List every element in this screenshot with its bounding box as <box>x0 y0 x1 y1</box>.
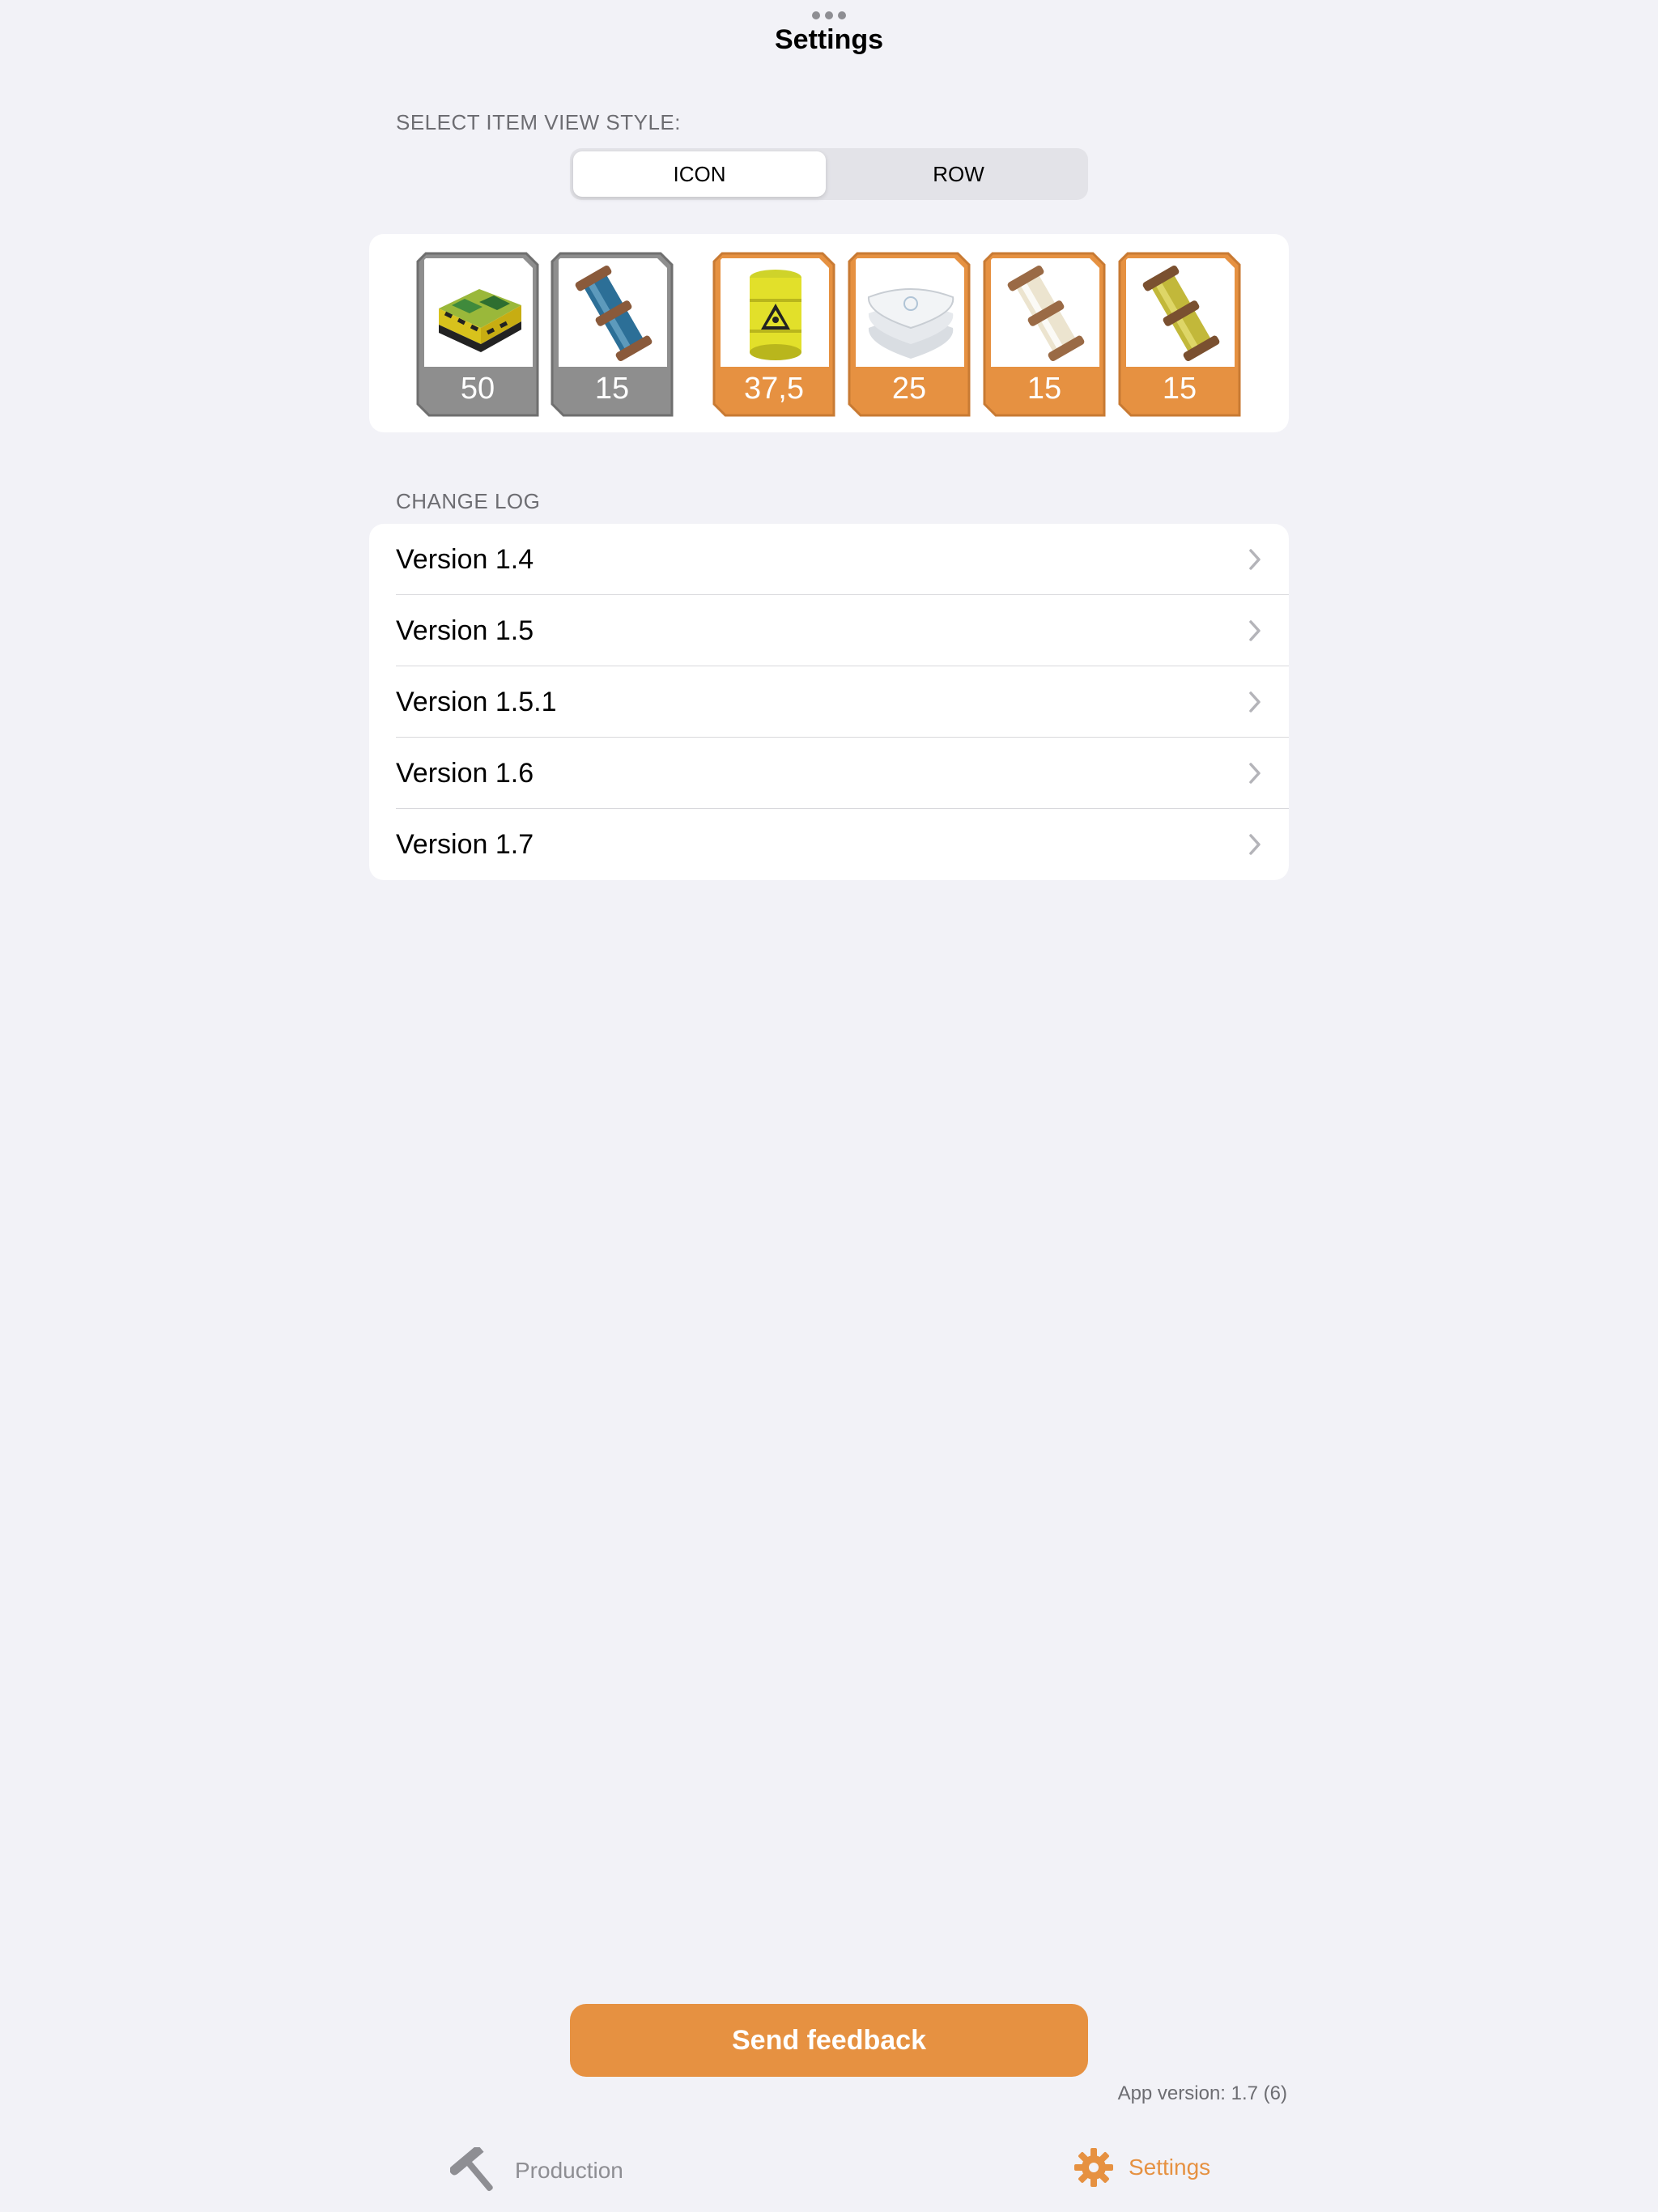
changelog-row-label: Version 1.5.1 <box>396 687 557 717</box>
chevron-right-icon <box>1249 834 1261 855</box>
changelog-row-label: Version 1.7 <box>396 829 534 860</box>
segment-icon[interactable]: ICON <box>573 151 826 197</box>
changelog-row-1-5[interactable]: Version 1.5 <box>369 595 1289 666</box>
item-value: 15 <box>594 372 630 406</box>
chevron-right-icon <box>1249 620 1261 641</box>
item-tile: 37,5 <box>712 252 835 417</box>
item-value: 37,5 <box>744 372 804 406</box>
segment-row[interactable]: ROW <box>832 151 1085 197</box>
item-value: 25 <box>891 372 927 406</box>
white-capsule-icon <box>1007 265 1085 362</box>
item-value: 15 <box>1162 372 1197 406</box>
chevron-right-icon <box>1249 691 1261 713</box>
circuit-crate-icon <box>439 289 521 352</box>
changelog-label: CHANGE LOG <box>396 489 541 513</box>
changelog-row-1-7[interactable]: Version 1.7 <box>369 809 1289 880</box>
send-feedback-button[interactable]: Send feedback <box>570 2004 1088 2077</box>
hammer-icon <box>450 2147 493 2192</box>
gear-icon <box>1074 2148 1113 2187</box>
changelog-list: Version 1.4 Version 1.5 Version 1.5.1 Ve… <box>369 524 1289 880</box>
changelog-row-1-5-1[interactable]: Version 1.5.1 <box>369 666 1289 738</box>
blue-capsule-icon <box>575 265 653 362</box>
view-style-segmented-control[interactable]: ICON ROW <box>570 148 1088 200</box>
item-tile: 25 <box>848 252 971 417</box>
item-tile: 15 <box>983 252 1106 417</box>
tab-settings[interactable]: Settings <box>1073 2147 1210 2188</box>
tab-production[interactable]: Production <box>450 2147 623 2194</box>
item-value: 50 <box>460 372 495 406</box>
chevron-right-icon <box>1249 763 1261 784</box>
white-bags-icon <box>867 288 954 359</box>
item-preview-card: 50 15 37,5 25 15 15 <box>369 234 1289 432</box>
tab-label: Settings <box>1129 2155 1211 2180</box>
page-title: Settings <box>774 24 884 55</box>
changelog-row-label: Version 1.4 <box>396 544 534 575</box>
radioactive-barrel-icon <box>750 270 801 360</box>
tab-label: Production <box>515 2158 623 2183</box>
app-version-text: App version: 1.7 (6) <box>1117 2082 1287 2104</box>
changelog-row-1-4[interactable]: Version 1.4 <box>369 524 1289 595</box>
window-grabber[interactable] <box>812 11 846 19</box>
item-tile: 15 <box>1118 252 1241 417</box>
chevron-right-icon <box>1249 549 1261 570</box>
changelog-row-1-6[interactable]: Version 1.6 <box>369 738 1289 809</box>
yellow-capsule-icon <box>1142 265 1220 362</box>
changelog-row-label: Version 1.5 <box>396 615 534 646</box>
item-tile: 15 <box>551 252 674 417</box>
view-style-label: SELECT ITEM VIEW STYLE: <box>396 110 681 134</box>
item-value: 15 <box>1027 372 1062 406</box>
item-tile: 50 <box>416 252 539 417</box>
changelog-row-label: Version 1.6 <box>396 758 534 789</box>
